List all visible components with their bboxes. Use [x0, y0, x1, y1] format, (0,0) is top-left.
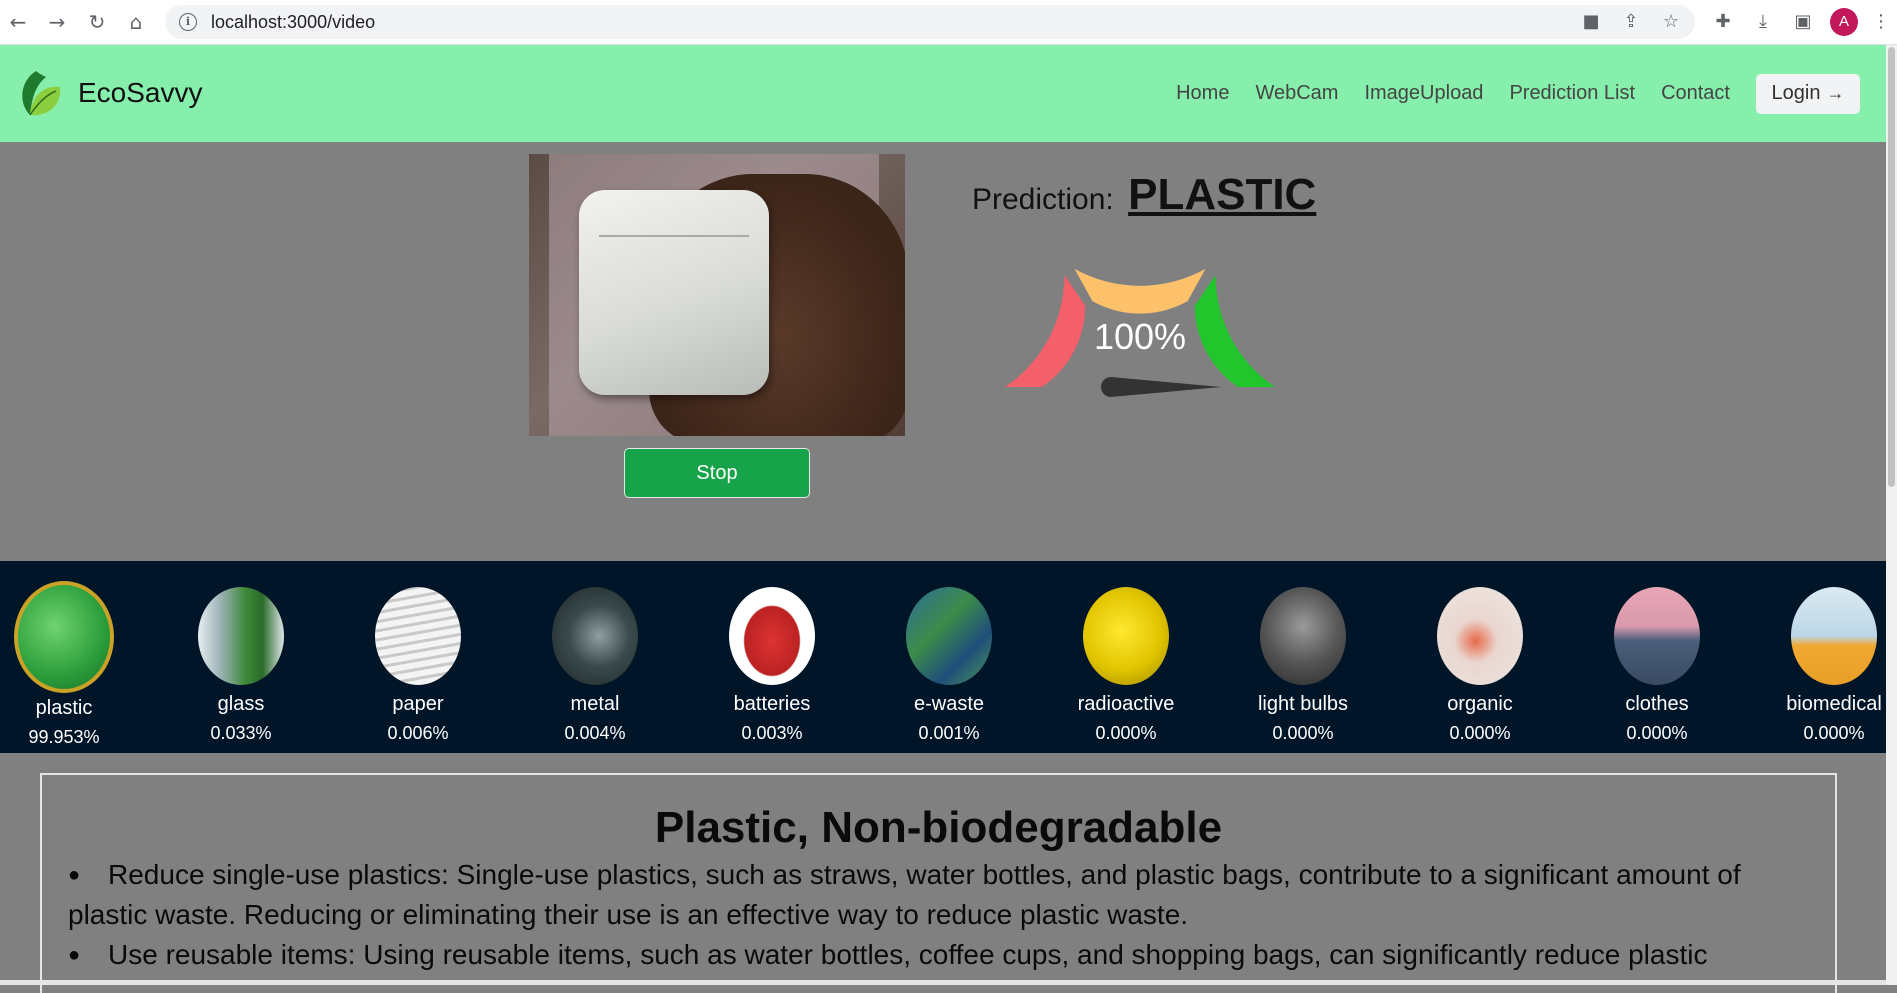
brand-name: EcoSavvy — [78, 77, 203, 108]
nav-link-webcam[interactable]: WebCam — [1255, 82, 1338, 105]
scrollbar-thumb[interactable] — [1888, 47, 1895, 487]
biomedical-image — [1791, 587, 1877, 685]
category-percent: 0.000% — [1272, 723, 1334, 743]
app-navbar: EcoSavvy Home WebCam ImageUpload Predict… — [0, 45, 1886, 142]
extensions-puzzle-icon[interactable]: ✚ — [1710, 9, 1736, 35]
profile-avatar[interactable]: A — [1830, 8, 1858, 36]
category-light-bulbs[interactable]: light bulbs 0.000% — [1228, 561, 1378, 753]
category-percent: 0.000% — [1803, 723, 1865, 743]
organic-image — [1437, 587, 1523, 685]
category-percent: 0.000% — [1095, 723, 1157, 743]
url-text[interactable]: localhost:3000/video — [211, 12, 375, 33]
vertical-scrollbar[interactable] — [1886, 45, 1897, 985]
login-button[interactable]: Login → — [1756, 73, 1860, 114]
gauge-needle — [1101, 377, 1221, 397]
category-strip: plastic 99.953% glass 0.033% paper 0.006… — [0, 561, 1886, 753]
earbuds-case — [579, 190, 769, 395]
gauge-percent: 100% — [1094, 316, 1186, 357]
category-name: plastic — [35, 697, 93, 719]
plastic-image — [14, 581, 114, 693]
side-panel-icon[interactable]: ▣ — [1790, 9, 1816, 35]
gauge-segment-low — [1005, 275, 1086, 387]
stop-button[interactable]: Stop — [624, 448, 810, 498]
download-icon[interactable]: ⤓ — [1750, 9, 1776, 35]
category-clothes[interactable]: clothes 0.000% — [1582, 561, 1732, 753]
share-icon[interactable]: ⇪ — [1618, 9, 1644, 35]
category-metal[interactable]: metal 0.004% — [520, 561, 670, 753]
site-info-icon[interactable]: i — [179, 13, 197, 31]
batteries-image — [729, 587, 815, 685]
gauge-segment-mid — [1074, 268, 1206, 314]
tips-list: Reduce single-use plastics: Single-use p… — [42, 855, 1835, 975]
category-percent: 0.000% — [1449, 723, 1511, 743]
category-percent: 99.953% — [28, 727, 100, 747]
disposal-info-card: Plastic, Non-biodegradable Reduce single… — [40, 773, 1837, 993]
e-waste-image — [906, 587, 992, 685]
category-name: organic — [1447, 693, 1513, 715]
brand[interactable]: EcoSavvy — [16, 67, 203, 119]
category-organic[interactable]: organic 0.000% — [1405, 561, 1555, 753]
category-radioactive[interactable]: radioactive 0.000% — [1051, 561, 1201, 753]
tip-item: Reduce single-use plastics: Single-use p… — [42, 855, 1811, 935]
category-biomedical[interactable]: biomedical 0.000% — [1759, 561, 1897, 753]
category-e-waste[interactable]: e-waste 0.001% — [874, 561, 1024, 753]
category-percent: 0.000% — [1626, 723, 1688, 743]
back-arrow-icon[interactable]: ← — [4, 8, 32, 36]
bookmark-star-icon[interactable]: ☆ — [1658, 9, 1684, 35]
category-percent: 0.001% — [918, 723, 980, 743]
login-label: Login — [1771, 82, 1821, 104]
metal-image — [552, 587, 638, 685]
category-name: metal — [570, 693, 620, 715]
prediction-heading: Prediction: PLASTIC — [972, 170, 1316, 220]
nav-link-home[interactable]: Home — [1176, 82, 1229, 105]
home-icon[interactable]: ⌂ — [122, 8, 150, 36]
category-name: clothes — [1625, 693, 1689, 715]
category-percent: 0.006% — [387, 723, 449, 743]
radioactive-image — [1083, 587, 1169, 685]
category-name: light bulbs — [1257, 693, 1349, 715]
webcam-feed — [529, 154, 905, 436]
horizontal-scrollbar[interactable] — [0, 980, 1886, 985]
clothes-image — [1614, 587, 1700, 685]
browser-toolbar: ← → ↻ ⌂ i localhost:3000/video ■ ⇪ ☆ ✚ ⤓… — [0, 0, 1897, 45]
confidence-gauge: 100% — [1005, 268, 1275, 397]
category-name: radioactive — [1077, 693, 1175, 715]
gauge-segment-high — [1194, 275, 1275, 387]
nav-link-imageupload[interactable]: ImageUpload — [1364, 82, 1483, 105]
forward-arrow-icon[interactable]: → — [43, 8, 71, 36]
category-percent: 0.003% — [741, 723, 803, 743]
category-percent: 0.033% — [210, 723, 272, 743]
category-percent: 0.004% — [564, 723, 626, 743]
prediction-value: PLASTIC — [1128, 170, 1317, 219]
category-batteries[interactable]: batteries 0.003% — [697, 561, 847, 753]
category-glass[interactable]: glass 0.033% — [166, 561, 316, 753]
main-section: Stop Prediction: PLASTIC 100% — [0, 142, 1886, 561]
category-plastic[interactable]: plastic 99.953% — [0, 561, 139, 753]
glass-image — [198, 587, 284, 685]
prediction-label: Prediction: — [972, 183, 1114, 216]
paper-image — [375, 587, 461, 685]
leaf-logo-icon — [22, 71, 61, 116]
camera-icon[interactable]: ■ — [1578, 9, 1604, 35]
category-name: glass — [217, 693, 265, 715]
light-bulbs-image — [1260, 587, 1346, 685]
nav-link-contact[interactable]: Contact — [1661, 82, 1730, 105]
more-menu-icon[interactable]: ⋮ — [1868, 9, 1894, 35]
info-title: Plastic, Non-biodegradable — [654, 803, 1223, 852]
category-name: batteries — [733, 693, 811, 715]
category-name: paper — [392, 693, 444, 715]
reload-icon[interactable]: ↻ — [83, 8, 111, 36]
category-name: e-waste — [913, 693, 985, 715]
arrow-right-icon: → — [1826, 83, 1845, 103]
tip-item: Use reusable items: Using reusable items… — [42, 935, 1811, 975]
nav-menu: Home WebCam ImageUpload Prediction List … — [1150, 45, 1860, 142]
address-bar[interactable]: i localhost:3000/video — [165, 5, 1695, 39]
category-paper[interactable]: paper 0.006% — [343, 561, 493, 753]
category-name: biomedical — [1786, 693, 1882, 715]
nav-link-prediction-list[interactable]: Prediction List — [1509, 82, 1635, 105]
